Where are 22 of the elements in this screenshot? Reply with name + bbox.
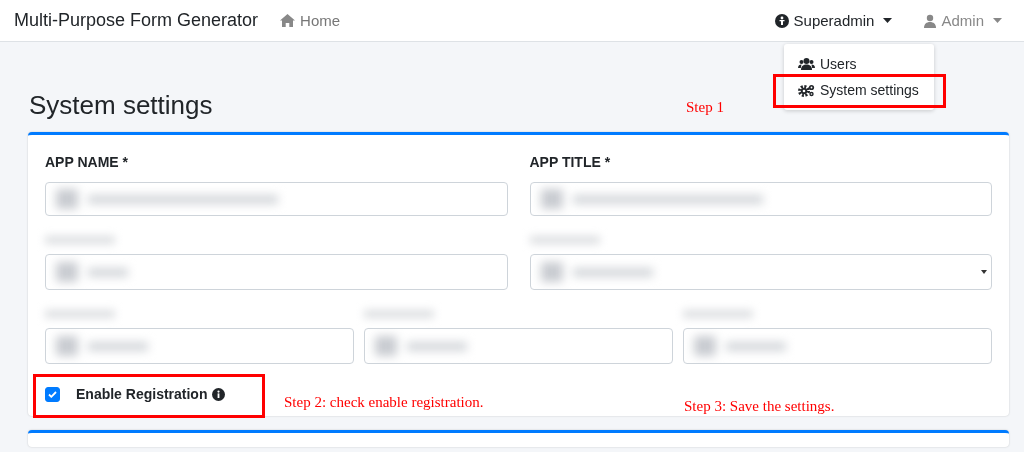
field-label: APP TITLE * [529, 154, 611, 170]
brand-title[interactable]: Multi-Purpose Form Generator [14, 10, 259, 31]
home-link[interactable]: Home [280, 8, 341, 33]
user-menu[interactable]: Superadmin [768, 8, 899, 33]
checkbox-label[interactable]: Enable Registration [76, 386, 208, 402]
menu-item[interactable]: Users [784, 51, 934, 77]
annotation-text: Step 3: Save the settings. [684, 398, 835, 415]
person-circle-icon [774, 13, 789, 28]
annotation-text: Step 2: check enable registration. [284, 394, 484, 411]
annotation-text: Step 1 [686, 99, 724, 116]
field-label: APP NAME * [45, 154, 128, 170]
house-icon [280, 14, 296, 27]
check-icon [48, 390, 57, 398]
users-icon [798, 58, 815, 70]
page-title: System settings [29, 90, 213, 121]
user-icon [924, 13, 937, 28]
info-icon [212, 387, 226, 401]
user-menu[interactable]: Admin [918, 8, 1008, 33]
checkbox[interactable] [45, 386, 60, 402]
gears-icon [798, 83, 815, 97]
caret-icon [993, 18, 1002, 23]
caret-icon [883, 18, 893, 23]
